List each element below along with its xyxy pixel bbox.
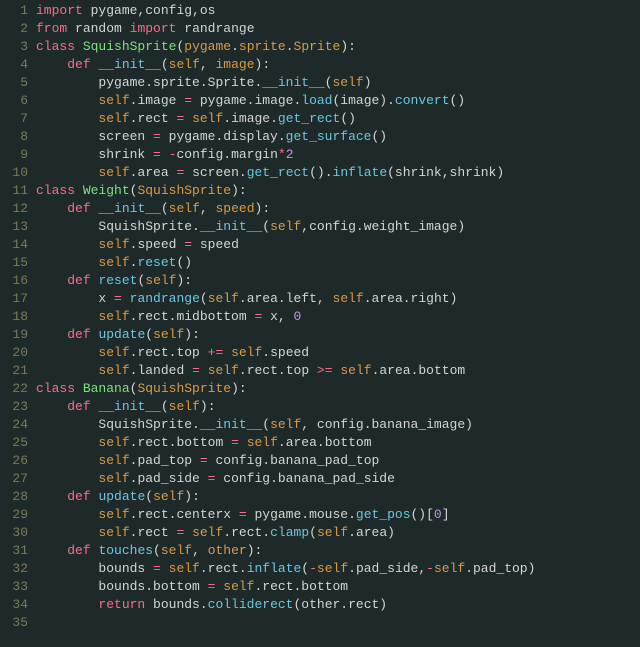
line-number: 26: [0, 452, 28, 470]
code-line: pygame.sprite.Sprite.__init__(self): [36, 74, 640, 92]
code-line: self.rect.top += self.speed: [36, 344, 640, 362]
code-line: self.rect.centerx = pygame.mouse.get_pos…: [36, 506, 640, 524]
code-line: x = randrange(self.area.left, self.area.…: [36, 290, 640, 308]
code-line: self.rect = self.rect.clamp(self.area): [36, 524, 640, 542]
code-line: SquishSprite.__init__(self,config.weight…: [36, 218, 640, 236]
code-line: self.rect.bottom = self.area.bottom: [36, 434, 640, 452]
line-number-gutter: 1234567891011121314151617181920212223242…: [0, 2, 36, 632]
code-line: def __init__(self, image):: [36, 56, 640, 74]
line-number: 32: [0, 560, 28, 578]
line-number: 19: [0, 326, 28, 344]
line-number: 17: [0, 290, 28, 308]
line-number: 25: [0, 434, 28, 452]
line-number: 4: [0, 56, 28, 74]
line-number: 5: [0, 74, 28, 92]
code-line: self.landed = self.rect.top >= self.area…: [36, 362, 640, 380]
code-line: screen = pygame.display.get_surface(): [36, 128, 640, 146]
line-number: 29: [0, 506, 28, 524]
line-number: 21: [0, 362, 28, 380]
line-number: 2: [0, 20, 28, 38]
code-line: self.pad_side = config.banana_pad_side: [36, 470, 640, 488]
line-number: 3: [0, 38, 28, 56]
line-number: 35: [0, 614, 28, 632]
code-line: class Weight(SquishSprite):: [36, 182, 640, 200]
code-line: def __init__(self):: [36, 398, 640, 416]
code-line: def update(self):: [36, 326, 640, 344]
code-line: shrink = -config.margin*2: [36, 146, 640, 164]
line-number: 22: [0, 380, 28, 398]
line-number: 12: [0, 200, 28, 218]
code-line: return bounds.colliderect(other.rect): [36, 596, 640, 614]
code-line: def update(self):: [36, 488, 640, 506]
line-number: 31: [0, 542, 28, 560]
code-line: self.pad_top = config.banana_pad_top: [36, 452, 640, 470]
line-number: 23: [0, 398, 28, 416]
code-line: bounds = self.rect.inflate(-self.pad_sid…: [36, 560, 640, 578]
code-editor: 1234567891011121314151617181920212223242…: [0, 0, 640, 632]
code-line: self.rect.midbottom = x, 0: [36, 308, 640, 326]
code-line: def __init__(self, speed):: [36, 200, 640, 218]
code-line: def touches(self, other):: [36, 542, 640, 560]
line-number: 1: [0, 2, 28, 20]
line-number: 7: [0, 110, 28, 128]
code-line: self.speed = speed: [36, 236, 640, 254]
code-line: import pygame,config,os: [36, 2, 640, 20]
line-number: 34: [0, 596, 28, 614]
line-number: 10: [0, 164, 28, 182]
line-number: 6: [0, 92, 28, 110]
line-number: 30: [0, 524, 28, 542]
code-line: self.image = pygame.image.load(image).co…: [36, 92, 640, 110]
code-area: import pygame,config,osfrom random impor…: [36, 2, 640, 632]
code-line: class SquishSprite(pygame.sprite.Sprite)…: [36, 38, 640, 56]
code-line: from random import randrange: [36, 20, 640, 38]
line-number: 16: [0, 272, 28, 290]
line-number: 11: [0, 182, 28, 200]
code-line: self.rect = self.image.get_rect(): [36, 110, 640, 128]
line-number: 9: [0, 146, 28, 164]
code-line: self.area = screen.get_rect().inflate(sh…: [36, 164, 640, 182]
code-line: [36, 614, 640, 632]
line-number: 13: [0, 218, 28, 236]
line-number: 20: [0, 344, 28, 362]
line-number: 28: [0, 488, 28, 506]
line-number: 27: [0, 470, 28, 488]
line-number: 24: [0, 416, 28, 434]
line-number: 15: [0, 254, 28, 272]
line-number: 18: [0, 308, 28, 326]
code-line: def reset(self):: [36, 272, 640, 290]
line-number: 14: [0, 236, 28, 254]
code-line: self.reset(): [36, 254, 640, 272]
line-number: 8: [0, 128, 28, 146]
code-line: class Banana(SquishSprite):: [36, 380, 640, 398]
code-line: bounds.bottom = self.rect.bottom: [36, 578, 640, 596]
line-number: 33: [0, 578, 28, 596]
code-line: SquishSprite.__init__(self, config.banan…: [36, 416, 640, 434]
